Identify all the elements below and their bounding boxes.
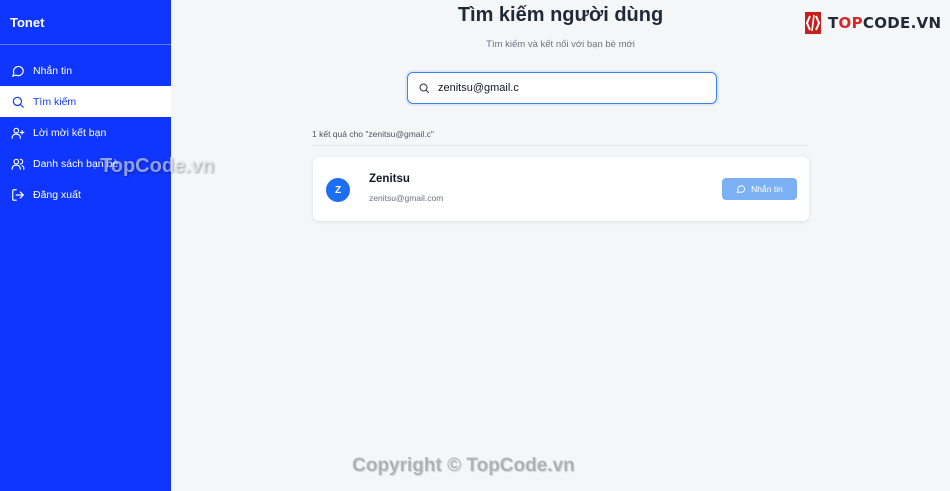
search-icon: [418, 82, 430, 94]
logout-icon: [11, 188, 25, 202]
topcode-logo: TOPCODE.VN: [802, 10, 941, 36]
search-bar[interactable]: [407, 72, 717, 104]
divider: [312, 145, 808, 146]
sidebar-nav: Nhắn tin Tìm kiếm Lời mời kết bạn Danh s…: [0, 55, 171, 210]
topcode-logo-icon: [802, 10, 824, 36]
sidebar-item-label: Nhắn tin: [33, 64, 73, 77]
brand-title: Tonet: [0, 0, 171, 45]
page-subtitle: Tìm kiếm và kết nối với bạn bè mới: [486, 39, 635, 50]
user-email: zenitsu@gmail.com: [369, 193, 444, 203]
app-root: Tonet Nhắn tin Tìm kiếm Lời mời kết bạn: [0, 0, 950, 491]
user-name: Zenitsu: [369, 173, 410, 185]
sidebar-item-messages[interactable]: Nhắn tin: [0, 55, 171, 86]
copyright-watermark: Copyright © TopCode.vn: [352, 455, 575, 476]
message-button[interactable]: Nhắn tin: [722, 178, 797, 200]
topcode-logo-text: TOPCODE.VN: [828, 14, 942, 32]
result-count: 1 kết quả cho "zenitsu@gmail.c": [312, 129, 434, 139]
user-plus-icon: [11, 126, 25, 140]
main-content: Tìm kiếm người dùng Tìm kiếm và kết nối …: [171, 0, 950, 491]
chat-bubble-icon: [736, 184, 746, 194]
sidebar-item-label: Tìm kiếm: [33, 95, 77, 108]
chat-bubble-icon: [11, 64, 25, 78]
user-result-card: Z Zenitsu zenitsu@gmail.com Nhắn tin: [313, 157, 809, 221]
sidebar-item-label: Đăng xuất: [33, 188, 81, 201]
message-button-label: Nhắn tin: [751, 184, 783, 194]
watermark-text: TopCode.vn: [100, 155, 215, 177]
users-icon: [11, 157, 25, 171]
sidebar: Tonet Nhắn tin Tìm kiếm Lời mời kết bạn: [0, 0, 171, 491]
search-icon: [11, 95, 25, 109]
sidebar-item-search[interactable]: Tìm kiếm: [0, 86, 171, 117]
sidebar-item-friend-requests[interactable]: Lời mời kết bạn: [0, 117, 171, 148]
avatar: Z: [326, 178, 350, 202]
sidebar-item-logout[interactable]: Đăng xuất: [0, 179, 171, 210]
sidebar-item-label: Lời mời kết bạn: [33, 126, 107, 139]
search-input[interactable]: [438, 82, 688, 94]
